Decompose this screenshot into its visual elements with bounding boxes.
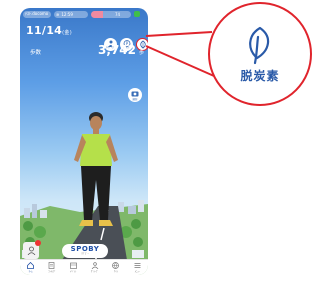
tab-site-label: ｻｲﾄ bbox=[114, 270, 118, 273]
leaf-icon bbox=[249, 26, 270, 64]
wifi-icon: ≋ bbox=[56, 11, 60, 17]
leaf-icon bbox=[139, 40, 146, 49]
status-time: 12:59 bbox=[61, 11, 73, 17]
tab-group[interactable]: ｸﾞﾙｰﾌﾟ bbox=[85, 262, 105, 273]
ranking-icon bbox=[49, 262, 55, 269]
steps-label: 歩数 bbox=[30, 50, 42, 56]
tab-event-label: ｲﾍﾞﾝﾄ bbox=[70, 270, 77, 273]
tab-group-label: ｸﾞﾙｰﾌﾟ bbox=[90, 270, 99, 273]
tab-site[interactable]: ｻｲﾄ bbox=[106, 262, 126, 273]
globe-icon bbox=[112, 262, 120, 269]
camera-label: 撮影 bbox=[132, 97, 138, 101]
decarbonization-callout: 脱炭素 bbox=[208, 2, 312, 106]
camera-icon bbox=[131, 91, 139, 96]
tab-menu[interactable]: ﾒﾆｭｰ bbox=[127, 262, 147, 273]
spoby-logo-button[interactable]: SPOBY ｽﾎﾟﾋﾞｰ bbox=[62, 244, 108, 258]
bottom-tab-bar: ﾎｰﾑ ﾗﾝｷﾝｸﾞ ｲﾍﾞﾝﾄ ｸﾞﾙｰﾌﾟ ｻｲﾄ ﾒﾆｭｰ bbox=[20, 259, 148, 275]
date-text: 11/14 bbox=[26, 24, 63, 37]
tab-home[interactable]: ﾎｰﾑ bbox=[21, 262, 41, 273]
battery-level: 74 bbox=[115, 11, 121, 17]
tab-event[interactable]: ｲﾍﾞﾝﾄ bbox=[63, 262, 83, 273]
date-display: 11/14(金) bbox=[26, 24, 72, 37]
menu-icon bbox=[134, 263, 141, 268]
carrier-text: ﾃｽﾄ.docomo bbox=[25, 11, 49, 16]
carrier-pill: ﾃｽﾄ.docomo bbox=[23, 10, 51, 18]
notification-badge bbox=[35, 240, 41, 246]
camera-button[interactable]: 撮影 bbox=[128, 88, 142, 102]
home-icon bbox=[27, 262, 35, 269]
time-pill: ≋ 12:59 bbox=[54, 10, 88, 18]
walking-avatar bbox=[74, 112, 118, 226]
tab-ranking-label: ﾗﾝｷﾝｸﾞ bbox=[48, 270, 56, 273]
steps-count: 3,742 bbox=[98, 43, 136, 57]
status-bar: ﾃｽﾄ.docomo ≋ 12:59 74 bbox=[20, 8, 148, 20]
weekday-text: (金) bbox=[62, 30, 72, 36]
tab-menu-label: ﾒﾆｭｰ bbox=[134, 270, 140, 273]
user-icon bbox=[27, 246, 35, 255]
spoby-subtitle: ｽﾎﾟﾋﾞｰ bbox=[81, 252, 89, 256]
battery-pill: 74 bbox=[91, 10, 131, 18]
tab-ranking[interactable]: ﾗﾝｷﾝｸﾞ bbox=[42, 262, 62, 273]
callout-label: 脱炭素 bbox=[240, 68, 280, 83]
profile-button[interactable] bbox=[23, 240, 41, 259]
phone-screen: ﾃｽﾄ.docomo ≋ 12:59 74 11/14(金) ﾏｲﾍﾟｰｼﾞ P… bbox=[20, 8, 148, 275]
notification-icon bbox=[134, 11, 140, 17]
screenshot-page: ﾃｽﾄ.docomo ≋ 12:59 74 11/14(金) ﾏｲﾍﾟｰｼﾞ P… bbox=[0, 0, 322, 281]
event-icon bbox=[69, 262, 77, 269]
tab-home-label: ﾎｰﾑ bbox=[28, 270, 33, 273]
group-icon bbox=[91, 262, 98, 269]
steps-unit: 歩 bbox=[138, 50, 144, 56]
